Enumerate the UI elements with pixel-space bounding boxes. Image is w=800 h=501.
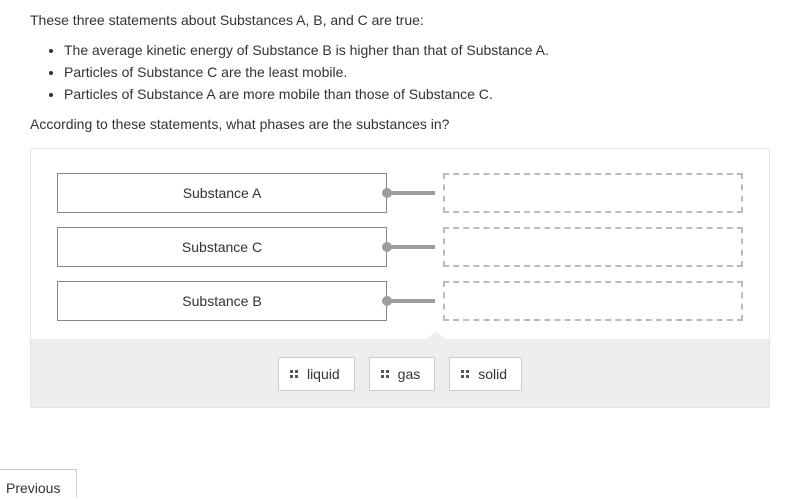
connector-dot-icon: [382, 242, 392, 252]
intro-text: These three statements about Substances …: [30, 12, 770, 28]
match-row: Substance C: [57, 227, 743, 267]
matching-panel: Substance A Substance C Substance B: [30, 148, 770, 408]
connector-dot-icon: [382, 296, 392, 306]
choice-label: gas: [398, 366, 421, 382]
statements-list: The average kinetic energy of Substance …: [64, 42, 770, 102]
connector-line-icon: [387, 299, 435, 303]
choices-bar: liquid gas solid: [31, 339, 769, 407]
drop-target[interactable]: [443, 281, 743, 321]
question-prompt: According to these statements, what phas…: [30, 116, 770, 132]
choice-solid[interactable]: solid: [449, 357, 522, 391]
grip-icon: [380, 369, 390, 379]
connector-line-icon: [387, 245, 435, 249]
drop-target[interactable]: [443, 173, 743, 213]
connector: [387, 243, 437, 251]
connector: [387, 297, 437, 305]
drop-target[interactable]: [443, 227, 743, 267]
choice-label: liquid: [307, 366, 340, 382]
match-row: Substance B: [57, 281, 743, 321]
connector-dot-icon: [382, 188, 392, 198]
grip-icon: [460, 369, 470, 379]
substance-label: Substance C: [57, 227, 387, 267]
choice-gas[interactable]: gas: [369, 357, 436, 391]
match-area: Substance A Substance C Substance B: [31, 149, 769, 321]
connector-line-icon: [387, 191, 435, 195]
statement-item: The average kinetic energy of Substance …: [64, 42, 770, 58]
choice-label: solid: [478, 366, 507, 382]
choice-liquid[interactable]: liquid: [278, 357, 355, 391]
connector: [387, 189, 437, 197]
match-row: Substance A: [57, 173, 743, 213]
previous-button[interactable]: Previous: [0, 469, 77, 497]
grip-icon: [289, 369, 299, 379]
substance-label: Substance B: [57, 281, 387, 321]
statement-item: Particles of Substance A are more mobile…: [64, 86, 770, 102]
statement-item: Particles of Substance C are the least m…: [64, 64, 770, 80]
substance-label: Substance A: [57, 173, 387, 213]
